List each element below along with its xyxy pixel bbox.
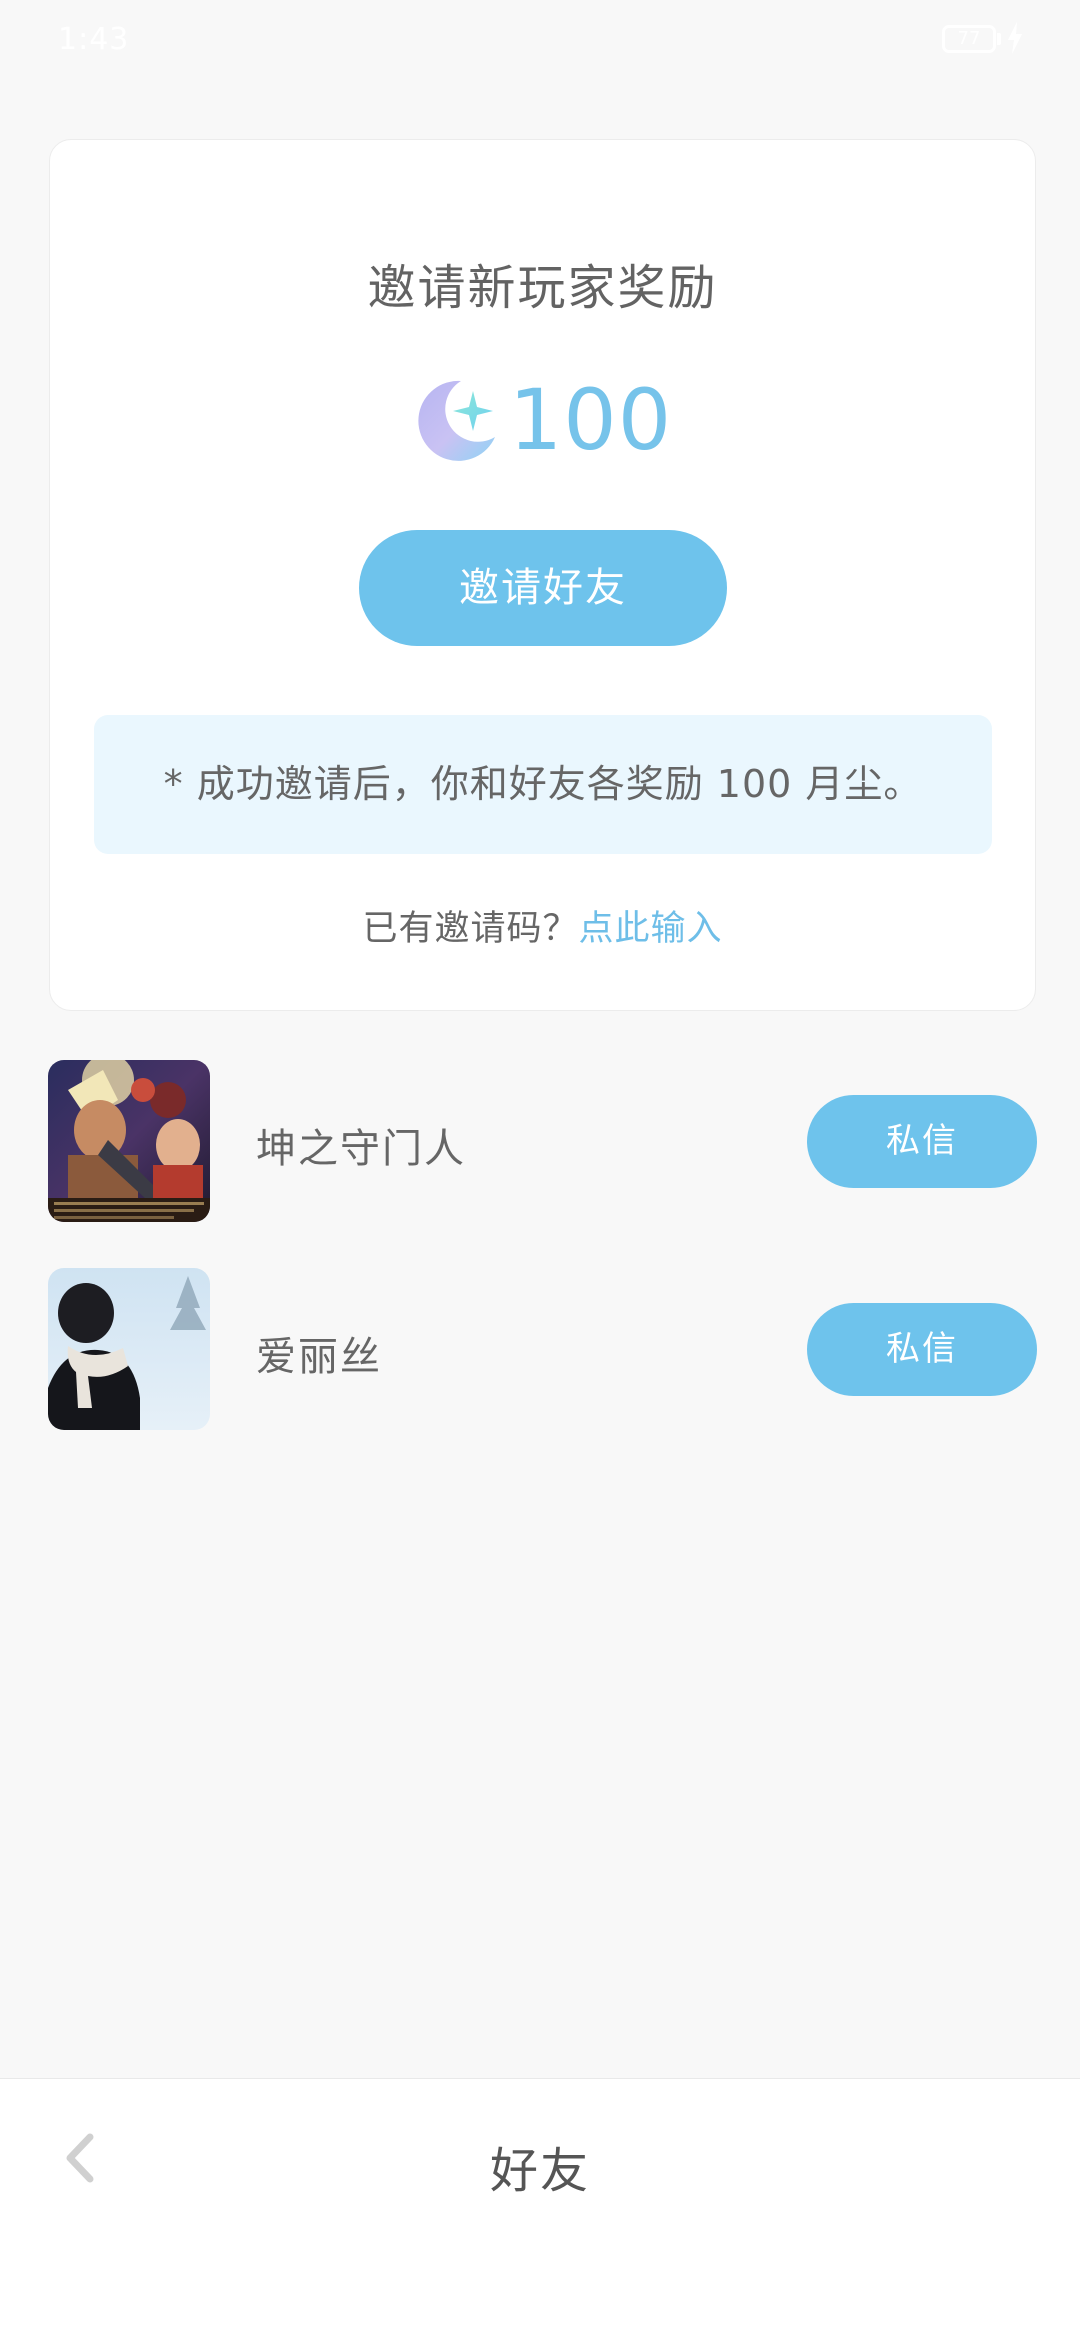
status-bar: 1:43 77	[0, 0, 1080, 86]
status-time: 1:43	[58, 22, 130, 57]
invite-code-row: 已有邀请码？点此输入	[50, 900, 1035, 951]
friend-row[interactable]: 爱丽丝 私信	[0, 1268, 1080, 1432]
moon-star-icon	[418, 380, 495, 461]
invite-notice: * 成功邀请后，你和好友各奖励 100 月尘。	[94, 715, 992, 854]
battery-icon: 77	[942, 25, 996, 53]
invite-code-prompt: 已有邀请码？	[362, 909, 579, 949]
reward-row: 100	[50, 370, 1035, 470]
message-button[interactable]: 私信	[807, 1303, 1037, 1396]
invite-card: 邀请新玩家奖励 100 邀请好友 * 成功邀请后，你和好友各奖励 100 月尘。…	[49, 139, 1036, 1011]
game-artwork-avatar	[48, 1060, 210, 1222]
battery-level: 77	[957, 28, 981, 49]
enter-code-link[interactable]: 点此输入	[579, 909, 723, 949]
friend-name: 坤之守门人	[256, 1126, 466, 1172]
friend-row[interactable]: 坤之守门人 私信	[0, 1060, 1080, 1224]
page-title: 好友	[489, 2143, 590, 2199]
reward-amount: 100	[508, 371, 673, 469]
invite-friends-button[interactable]: 邀请好友	[359, 530, 727, 646]
invite-title: 邀请新玩家奖励	[367, 260, 718, 316]
charging-bolt-icon	[1008, 22, 1022, 54]
friend-name: 爱丽丝	[256, 1334, 382, 1380]
message-button[interactable]: 私信	[807, 1095, 1037, 1188]
bottom-nav-bar: 好友	[0, 2078, 1080, 2331]
snowy-portrait-avatar	[48, 1268, 210, 1430]
avatar[interactable]	[48, 1268, 210, 1430]
avatar[interactable]	[48, 1060, 210, 1222]
battery-tip	[997, 33, 1001, 45]
